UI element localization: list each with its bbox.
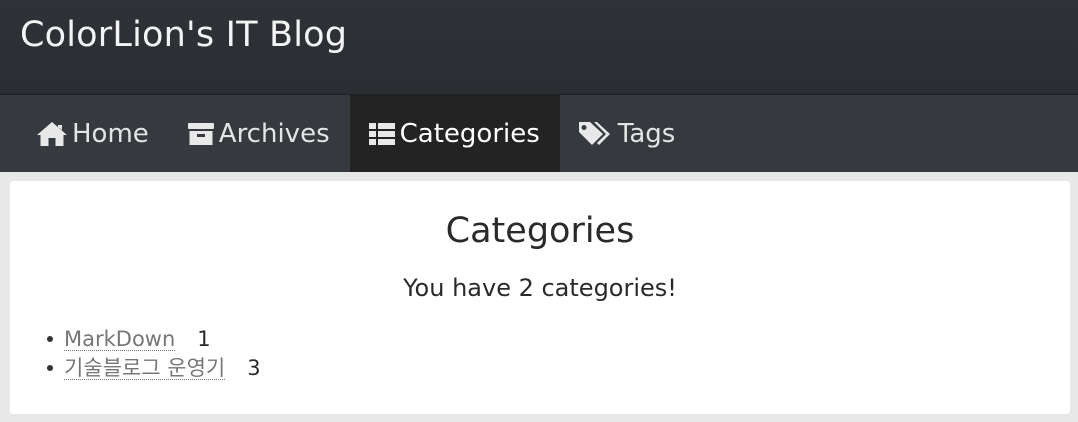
- category-count: 1: [197, 327, 211, 351]
- category-list: MarkDown 1 기술블로그 운영기 3: [10, 325, 1070, 383]
- bullet-icon: [47, 336, 53, 342]
- nav-item-label: Categories: [399, 118, 540, 149]
- bullet-icon: [47, 365, 53, 371]
- archive-icon: [187, 121, 215, 147]
- nav-item-categories[interactable]: Categories: [349, 95, 560, 172]
- content-area: Categories You have 2 categories! MarkDo…: [0, 172, 1078, 414]
- site-header: ColorLion's IT Blog: [0, 0, 1078, 95]
- list-item: MarkDown 1: [47, 325, 1070, 354]
- site-title[interactable]: ColorLion's IT Blog: [20, 15, 347, 55]
- category-count: 3: [247, 356, 261, 380]
- nav-item-label: Archives: [218, 118, 330, 149]
- nav-item-tags[interactable]: Tags: [560, 95, 696, 172]
- home-icon: [36, 121, 68, 147]
- list-item: 기술블로그 운영기 3: [47, 354, 1070, 383]
- nav-item-label: Home: [72, 118, 149, 149]
- nav-item-home[interactable]: Home: [18, 95, 169, 172]
- main-nav: Home Archives Categories Tags: [0, 95, 1078, 172]
- categories-summary: You have 2 categories!: [403, 274, 677, 302]
- list-icon: [368, 121, 396, 147]
- nav-item-archives[interactable]: Archives: [169, 95, 350, 172]
- category-link[interactable]: MarkDown: [64, 328, 176, 351]
- page-title: Categories: [445, 211, 635, 251]
- content-card: Categories You have 2 categories! MarkDo…: [10, 181, 1070, 414]
- category-link[interactable]: 기술블로그 운영기: [64, 357, 226, 380]
- nav-item-label: Tags: [617, 118, 676, 149]
- tags-icon: [578, 120, 614, 148]
